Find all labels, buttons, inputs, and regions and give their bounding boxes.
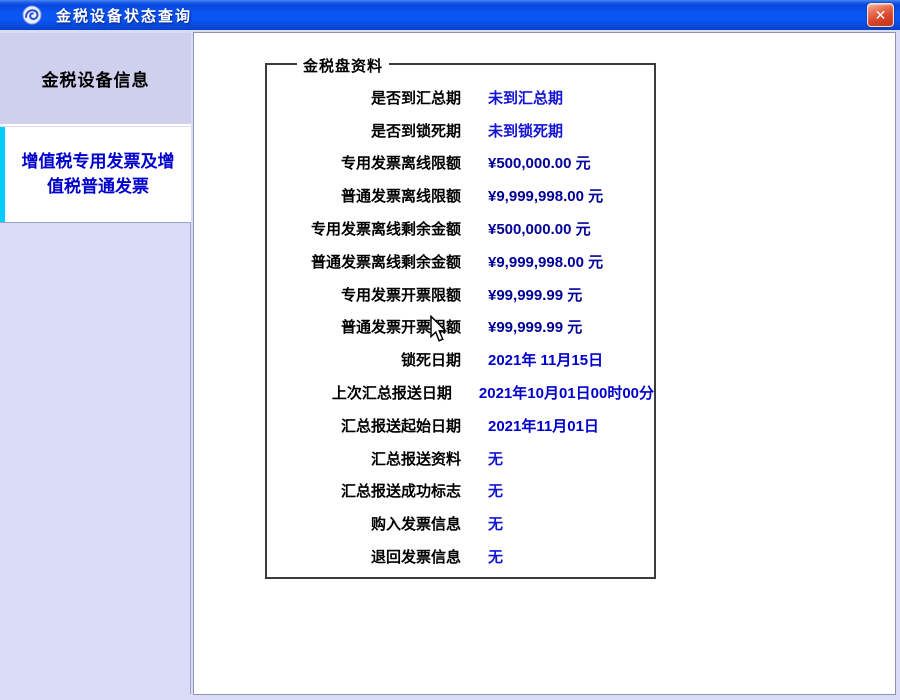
field-value: 无 [488, 480, 503, 501]
field-row: 是否到锁死期 未到锁死期 [267, 114, 654, 147]
field-value: ¥500,000.00 元 [488, 218, 591, 239]
field-row: 汇总报送成功标志 无 [267, 475, 654, 508]
field-value: 无 [488, 513, 503, 534]
field-label: 专用发票离线限额 [267, 152, 461, 173]
field-value: ¥99,999.99 元 [488, 316, 582, 337]
close-icon: ✕ [875, 7, 887, 23]
field-row: 汇总报送起始日期 2021年11月01日 [267, 409, 654, 442]
field-value: 2021年11月01日 [488, 415, 599, 436]
field-row: 普通发票离线剩余金额 ¥9,999,998.00 元 [267, 245, 654, 278]
field-label: 专用发票离线剩余金额 [267, 218, 461, 239]
field-value: ¥9,999,998.00 元 [488, 251, 603, 272]
sidebar-item-device-info[interactable]: 金税设备信息 [0, 33, 191, 126]
sidebar: 金税设备信息 增值税专用发票及增值税普通发票 [0, 30, 193, 700]
sidebar-filler-panel [0, 222, 191, 694]
title-bar[interactable]: 金税设备状态查询 ✕ [0, 0, 900, 30]
field-value: 无 [488, 546, 503, 567]
field-rows: 是否到汇总期 未到汇总期 是否到锁死期 未到锁死期 专用发票离线限额 ¥500,… [267, 81, 654, 573]
window-root: 金税设备状态查询 ✕ 金税设备信息 增值税专用发票及增值税普通发票 金税盘资料 … [0, 0, 900, 700]
field-label: 是否到汇总期 [267, 87, 461, 108]
field-label: 是否到锁死期 [267, 120, 461, 141]
field-label: 锁死日期 [267, 349, 461, 370]
field-row: 汇总报送资料 无 [267, 442, 654, 475]
field-label: 汇总报送起始日期 [267, 415, 461, 436]
field-value: ¥9,999,998.00 元 [488, 185, 603, 206]
field-label: 普通发票离线剩余金额 [267, 251, 461, 272]
field-row: 退回发票信息 无 [267, 540, 654, 573]
field-row: 锁死日期 2021年 11月15日 [267, 343, 654, 376]
golden-tax-disk-group: 金税盘资料 是否到汇总期 未到汇总期 是否到锁死期 未到锁死期 专用发票离线限额… [265, 63, 656, 579]
field-label: 专用发票开票限额 [267, 284, 461, 305]
field-label: 汇总报送成功标志 [267, 480, 461, 501]
field-row: 专用发票开票限额 ¥99,999.99 元 [267, 278, 654, 311]
field-value: 未到锁死期 [488, 120, 563, 141]
field-row: 专用发票离线限额 ¥500,000.00 元 [267, 147, 654, 180]
field-label: 普通发票离线限额 [267, 185, 461, 206]
field-label: 上次汇总报送日期 [267, 382, 452, 403]
field-row: 普通发票开票限额 ¥99,999.99 元 [267, 311, 654, 344]
app-icon [22, 5, 42, 25]
group-title: 金税盘资料 [297, 55, 389, 76]
field-value: 2021年 11月15日 [488, 349, 603, 370]
sidebar-item-vat-invoices[interactable]: 增值税专用发票及增值税普通发票 [0, 127, 191, 222]
field-value: ¥500,000.00 元 [488, 152, 591, 173]
sidebar-item-label: 增值税专用发票及增值税普通发票 [18, 150, 178, 199]
sidebar-item-label: 金税设备信息 [42, 66, 150, 91]
field-value: 未到汇总期 [488, 87, 563, 108]
field-label: 汇总报送资料 [267, 448, 461, 469]
window-title: 金税设备状态查询 [56, 5, 192, 26]
field-value: 无 [488, 448, 503, 469]
field-label: 退回发票信息 [267, 546, 461, 567]
field-row: 上次汇总报送日期 2021年10月01日00时00分 [267, 376, 654, 409]
field-label: 购入发票信息 [267, 513, 461, 534]
field-row: 专用发票离线剩余金额 ¥500,000.00 元 [267, 212, 654, 245]
field-row: 购入发票信息 无 [267, 507, 654, 540]
field-row: 是否到汇总期 未到汇总期 [267, 81, 654, 114]
main-panel: 金税盘资料 是否到汇总期 未到汇总期 是否到锁死期 未到锁死期 专用发票离线限额… [193, 32, 896, 695]
field-value: 2021年10月01日00时00分 [479, 382, 654, 403]
field-value: ¥99,999.99 元 [488, 284, 582, 305]
field-label: 普通发票开票限额 [267, 316, 461, 337]
field-row: 普通发票离线限额 ¥9,999,998.00 元 [267, 179, 654, 212]
close-button[interactable]: ✕ [867, 3, 894, 27]
